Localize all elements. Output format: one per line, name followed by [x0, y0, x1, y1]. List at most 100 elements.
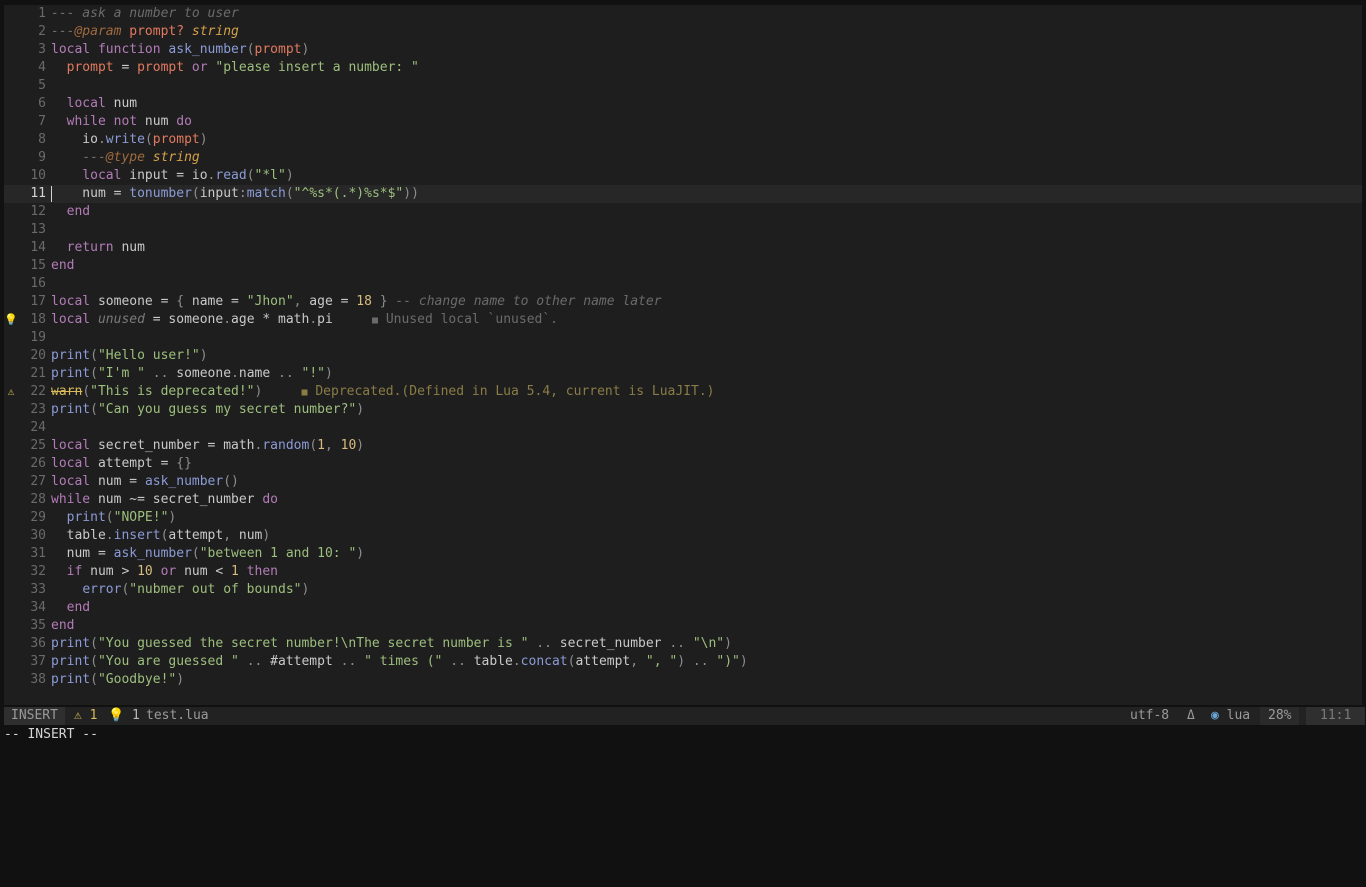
- code-line[interactable]: 30 table.insert(attempt, num): [4, 527, 1362, 545]
- code-line[interactable]: 3 local function ask_number(prompt): [4, 41, 1362, 59]
- code-line[interactable]: 9 ---@type string: [4, 149, 1362, 167]
- code-text[interactable]: ---@param prompt? string: [51, 23, 239, 41]
- code-text[interactable]: local secret_number = math.random(1, 10): [51, 437, 364, 455]
- line-number: 4: [38, 60, 46, 75]
- code-line[interactable]: 17 local someone = { name = "Jhon", age =…: [4, 293, 1362, 311]
- code-line[interactable]: 14 return num: [4, 239, 1362, 257]
- code-line[interactable]: 36 print("You guessed the secret number!\…: [4, 635, 1362, 653]
- line-number: 15: [30, 258, 46, 273]
- line-number: 7: [38, 114, 46, 129]
- hint-count[interactable]: 💡 1: [108, 707, 140, 725]
- code-text[interactable]: print("I'm " .. someone.name .. "!"): [51, 365, 333, 383]
- code-line[interactable]: 7 while not num do: [4, 113, 1362, 131]
- code-text[interactable]: print("Can you guess my secret number?"): [51, 401, 364, 419]
- code-line[interactable]: 34 end: [4, 599, 1362, 617]
- code-line[interactable]: 20 print("Hello user!"): [4, 347, 1362, 365]
- line-number: 27: [30, 474, 46, 489]
- code-line[interactable]: 28 while num ~= secret_number do: [4, 491, 1362, 509]
- code-text[interactable]: warn("This is deprecated!") ■ Deprecated…: [51, 383, 715, 402]
- line-number: 6: [38, 96, 46, 111]
- code-text[interactable]: end: [51, 203, 90, 221]
- code-line[interactable]: 21 print("I'm " .. someone.name .. "!"): [4, 365, 1362, 383]
- code-line[interactable]: 2 ---@param prompt? string: [4, 23, 1362, 41]
- lua-icon: ◉: [1211, 708, 1219, 723]
- code-line[interactable]: 35 end: [4, 617, 1362, 635]
- code-line[interactable]: 12 end: [4, 203, 1362, 221]
- code-line[interactable]: ⚠ 22 warn("This is deprecated!") ■ Depreca…: [4, 383, 1362, 401]
- code-text[interactable]: local unused = someone.age * math.pi ■ U…: [51, 311, 558, 330]
- code-text[interactable]: local someone = { name = "Jhon", age = 1…: [51, 293, 662, 311]
- sign-column: [4, 41, 18, 59]
- code-text[interactable]: ---@type string: [51, 149, 199, 167]
- code-line[interactable]: 25 local secret_number = math.random(1, 1…: [4, 437, 1362, 455]
- code-line[interactable]: 32 if num > 10 or num < 1 then: [4, 563, 1362, 581]
- code-line[interactable]: 23 print("Can you guess my secret number?…: [4, 401, 1362, 419]
- code-line[interactable]: 26 local attempt = {}: [4, 455, 1362, 473]
- code-text[interactable]: prompt = prompt or "please insert a numb…: [51, 59, 419, 77]
- code-line[interactable]: 29 print("NOPE!"): [4, 509, 1362, 527]
- code-text[interactable]: print("You guessed the secret number!\nT…: [51, 635, 732, 653]
- code-text[interactable]: while not num do: [51, 113, 192, 131]
- code-line[interactable]: 33 error("nubmer out of bounds"): [4, 581, 1362, 599]
- code-line[interactable]: 31 num = ask_number("between 1 and 10: "…: [4, 545, 1362, 563]
- code-text[interactable]: end: [51, 257, 74, 275]
- sign-column: [4, 167, 18, 185]
- code-text[interactable]: --- ask a number to user: [51, 5, 239, 23]
- code-line[interactable]: 16: [4, 275, 1362, 293]
- code-line[interactable]: 10 local input = io.read("*l"): [4, 167, 1362, 185]
- code-line[interactable]: 19: [4, 329, 1362, 347]
- sign-column: [4, 455, 18, 473]
- code-line[interactable]: 8 io.write(prompt): [4, 131, 1362, 149]
- code-text[interactable]: return num: [51, 239, 145, 257]
- code-text[interactable]: local input = io.read("*l"): [51, 167, 293, 185]
- code-line[interactable]: 6 local num: [4, 95, 1362, 113]
- code-text[interactable]: print("You are guessed " .. #attempt .. …: [51, 653, 748, 671]
- code-text[interactable]: if num > 10 or num < 1 then: [51, 563, 278, 581]
- filetype: ◉ lua: [1211, 707, 1250, 725]
- line-number: 35: [30, 618, 46, 633]
- code-text[interactable]: num = ask_number("between 1 and 10: "): [51, 545, 364, 563]
- sign-column: [4, 257, 18, 275]
- code-line[interactable]: 11 num = tonumber(input:match("^%s*(.*)%…: [4, 185, 1362, 203]
- code-text[interactable]: io.write(prompt): [51, 131, 207, 149]
- sign-column: [4, 221, 18, 239]
- code-text[interactable]: while num ~= secret_number do: [51, 491, 278, 509]
- code-text[interactable]: table.insert(attempt, num): [51, 527, 271, 545]
- code-line[interactable]: 15 end: [4, 257, 1362, 275]
- sign-column: [4, 617, 18, 635]
- command-line[interactable]: -- INSERT --: [4, 726, 98, 744]
- line-number: 30: [30, 528, 46, 543]
- warning-count[interactable]: ⚠ 1: [74, 707, 97, 725]
- line-number: 29: [30, 510, 46, 525]
- code-line[interactable]: 24: [4, 419, 1362, 437]
- code-line[interactable]: 4 prompt = prompt or "please insert a nu…: [4, 59, 1362, 77]
- code-text[interactable]: error("nubmer out of bounds"): [51, 581, 309, 599]
- code-line[interactable]: 13: [4, 221, 1362, 239]
- diagnostic-virtual-text: ■ Deprecated.(Defined in Lua 5.4, curren…: [262, 384, 714, 399]
- code-text[interactable]: end: [51, 599, 90, 617]
- line-number: 9: [38, 150, 46, 165]
- editor-pane[interactable]: 1 --- ask a number to user 2 ---@param prom…: [4, 5, 1362, 705]
- code-line[interactable]: 5: [4, 77, 1362, 95]
- code-text[interactable]: num = tonumber(input:match("^%s*(.*)%s*$…: [51, 185, 419, 203]
- sign-column: [4, 581, 18, 599]
- code-text[interactable]: local num: [51, 95, 137, 113]
- sign-column: [4, 545, 18, 563]
- code-text[interactable]: end: [51, 617, 74, 635]
- line-number: 20: [30, 348, 46, 363]
- line-number: 21: [30, 366, 46, 381]
- code-text[interactable]: local attempt = {}: [51, 455, 192, 473]
- sign-column: [4, 599, 18, 617]
- code-text[interactable]: local num = ask_number(): [51, 473, 239, 491]
- code-line[interactable]: 1 --- ask a number to user: [4, 5, 1362, 23]
- code-line[interactable]: 💡 18 local unused = someone.age * math.pi …: [4, 311, 1362, 329]
- code-text[interactable]: print("Goodbye!"): [51, 671, 184, 689]
- code-line[interactable]: 38 print("Goodbye!"): [4, 671, 1362, 689]
- code-text[interactable]: print("NOPE!"): [51, 509, 177, 527]
- cursor-position: 11:1: [1306, 707, 1366, 725]
- code-line[interactable]: 27 local num = ask_number(): [4, 473, 1362, 491]
- code-line[interactable]: 37 print("You are guessed " .. #attempt .…: [4, 653, 1362, 671]
- code-text[interactable]: print("Hello user!"): [51, 347, 208, 365]
- sign-column: [4, 239, 18, 257]
- code-text[interactable]: local function ask_number(prompt): [51, 41, 309, 59]
